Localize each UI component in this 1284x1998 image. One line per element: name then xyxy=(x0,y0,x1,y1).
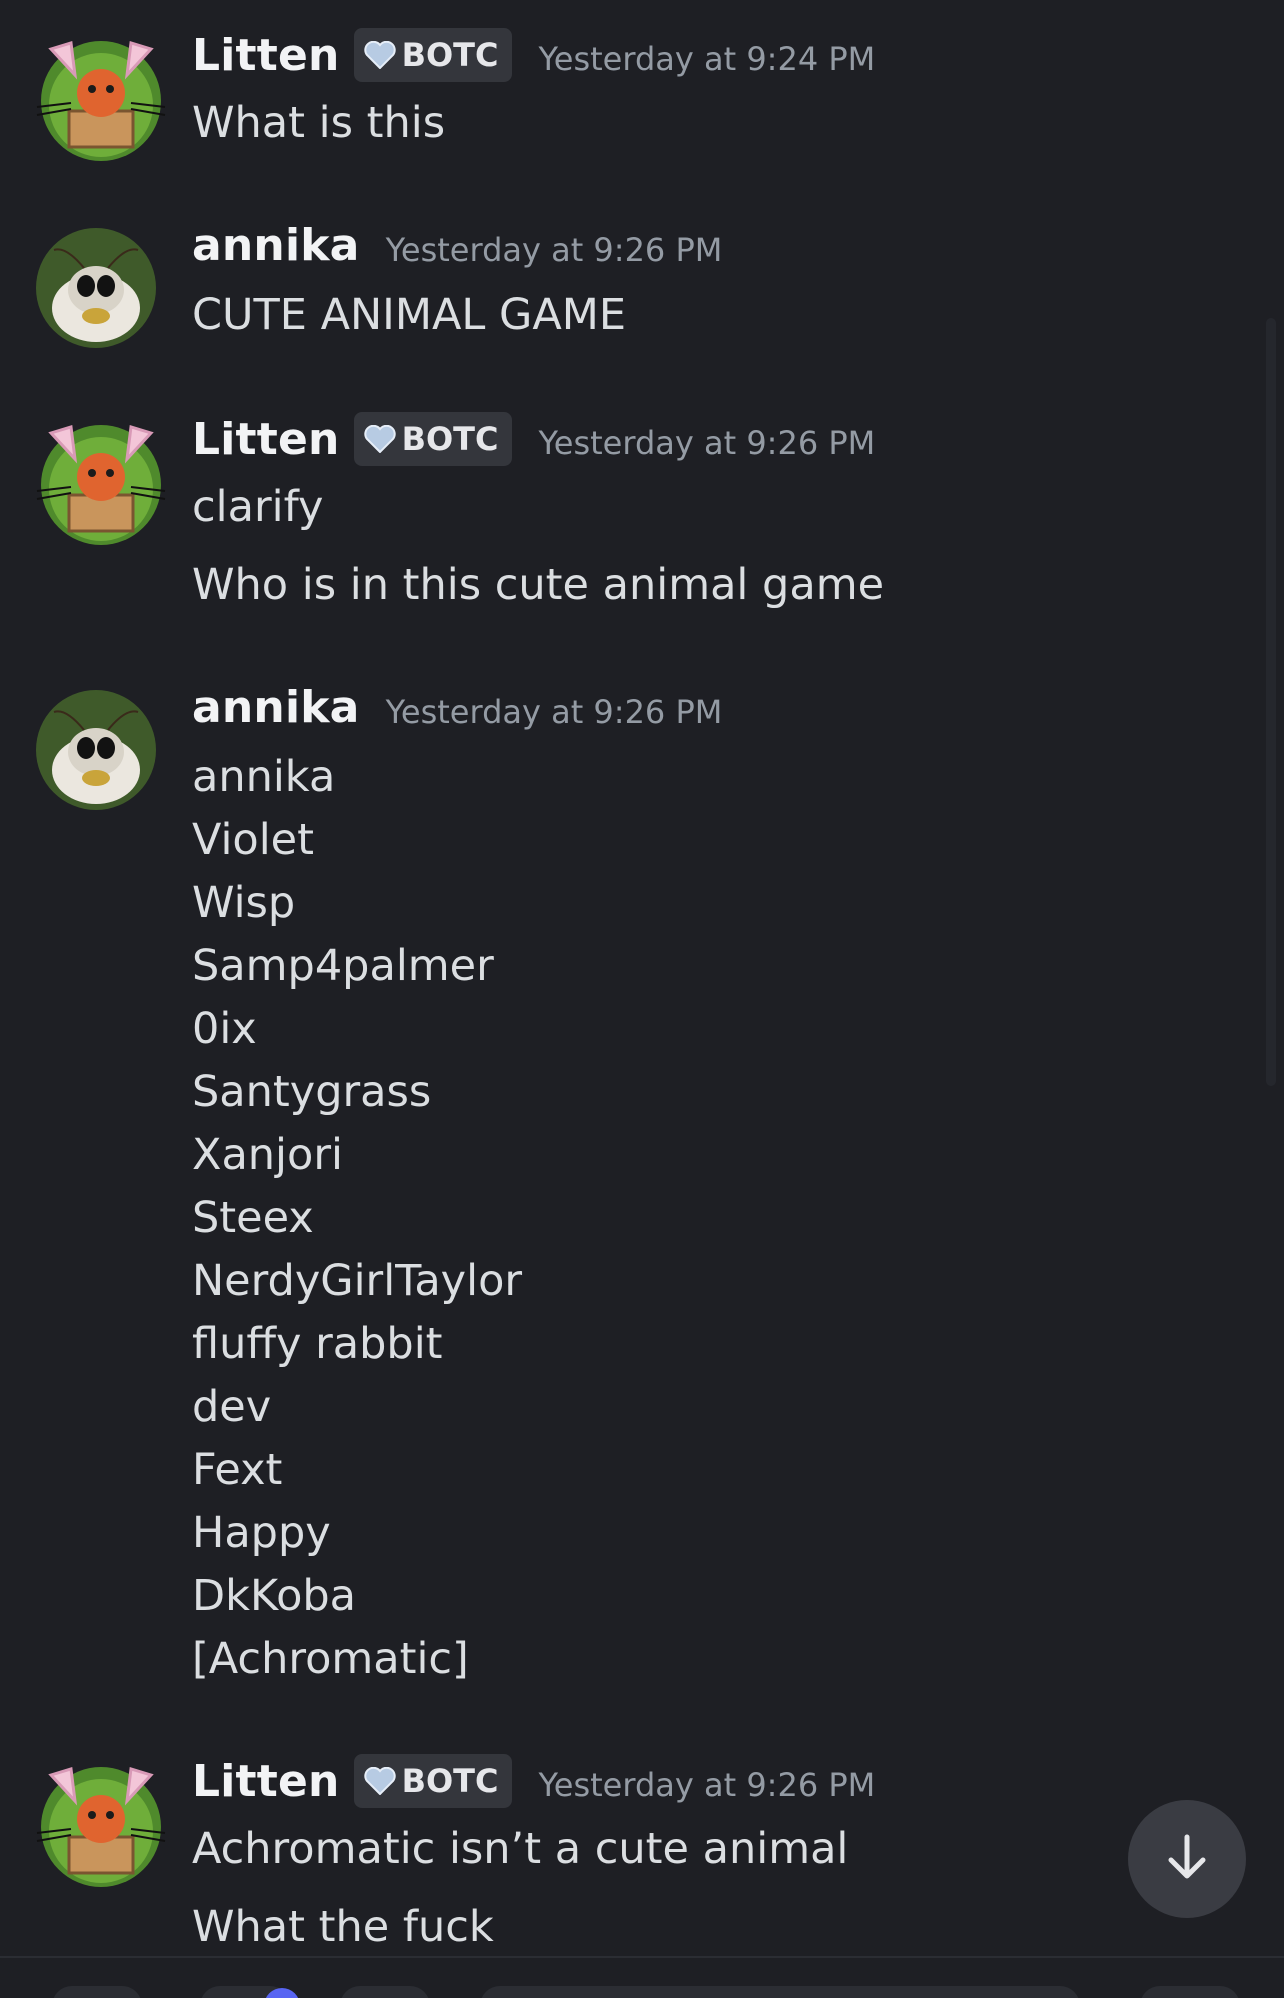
server-tag[interactable]: BOTC xyxy=(353,28,513,82)
list-item: annika xyxy=(192,752,336,802)
avatar-litten[interactable] xyxy=(36,1762,166,1887)
avatar-annika[interactable] xyxy=(36,228,156,348)
jump-to-present-button[interactable] xyxy=(1128,1800,1246,1918)
list-item: Violet xyxy=(192,815,314,865)
list-item: Happy xyxy=(192,1508,331,1558)
message-header: Litten BOTC Yesterday at 9:24 PM xyxy=(192,28,875,82)
message-text: What is this xyxy=(192,98,446,148)
timestamp: Yesterday at 9:26 PM xyxy=(385,692,723,731)
message-text: Achromatic isn’t a cute animal xyxy=(192,1824,849,1874)
message-text: clarify xyxy=(192,482,324,532)
list-item: 0ix xyxy=(192,1004,257,1054)
server-tag[interactable]: BOTC xyxy=(353,412,513,466)
message-header: annika Yesterday at 9:26 PM xyxy=(192,220,722,271)
list-item: Steex xyxy=(192,1193,314,1243)
list-item: dev xyxy=(192,1382,272,1432)
bottom-toolbar xyxy=(0,1956,1284,1998)
timestamp: Yesterday at 9:26 PM xyxy=(385,230,723,269)
list-item: NerdyGirlTaylor xyxy=(192,1256,523,1306)
timestamp: Yesterday at 9:24 PM xyxy=(538,40,876,78)
toolbar-button[interactable] xyxy=(1140,1986,1240,1998)
list-item: Fext xyxy=(192,1445,283,1495)
timestamp: Yesterday at 9:26 PM xyxy=(538,1766,876,1804)
avatar-annika[interactable] xyxy=(36,690,156,810)
username[interactable]: Litten xyxy=(192,414,340,465)
avatar-litten[interactable] xyxy=(36,420,166,545)
username[interactable]: Litten xyxy=(192,30,340,81)
list-item: DkKoba xyxy=(192,1571,357,1621)
message-header: annika Yesterday at 9:26 PM xyxy=(192,682,722,733)
list-item: Samp4palmer xyxy=(192,941,494,991)
list-item: [Achromatic] xyxy=(192,1634,469,1684)
list-item: Santygrass xyxy=(192,1067,432,1117)
server-tag-label: BOTC xyxy=(401,36,499,74)
toolbar-button[interactable] xyxy=(340,1986,430,1998)
message-text: What the fuck xyxy=(192,1902,494,1952)
server-tag[interactable]: BOTC xyxy=(353,1754,513,1808)
username[interactable]: annika xyxy=(192,220,360,271)
timestamp: Yesterday at 9:26 PM xyxy=(538,424,876,462)
server-tag-label: BOTC xyxy=(401,1762,499,1800)
username[interactable]: annika xyxy=(192,682,360,733)
message-input[interactable] xyxy=(480,1986,1080,1998)
message-text: CUTE ANIMAL GAME xyxy=(192,290,627,340)
message-text: Who is in this cute animal game xyxy=(192,560,885,610)
heart-icon xyxy=(363,41,396,69)
heart-icon xyxy=(363,425,396,453)
server-tag-label: BOTC xyxy=(401,420,499,458)
toolbar-button[interactable] xyxy=(52,1986,142,1998)
chat-screen: Litten BOTC Yesterday at 9:24 PM What is… xyxy=(0,0,1284,1998)
avatar-litten[interactable] xyxy=(36,36,166,161)
scrollbar[interactable] xyxy=(1266,318,1276,1086)
list-item: Wisp xyxy=(192,878,296,928)
list-item: fluffy rabbit xyxy=(192,1319,443,1369)
message-header: Litten BOTC Yesterday at 9:26 PM xyxy=(192,1754,875,1808)
heart-icon xyxy=(363,1767,396,1795)
username[interactable]: Litten xyxy=(192,1756,340,1807)
list-item: Xanjori xyxy=(192,1130,343,1180)
arrow-down-icon xyxy=(1159,1829,1215,1889)
message-header: Litten BOTC Yesterday at 9:26 PM xyxy=(192,412,875,466)
